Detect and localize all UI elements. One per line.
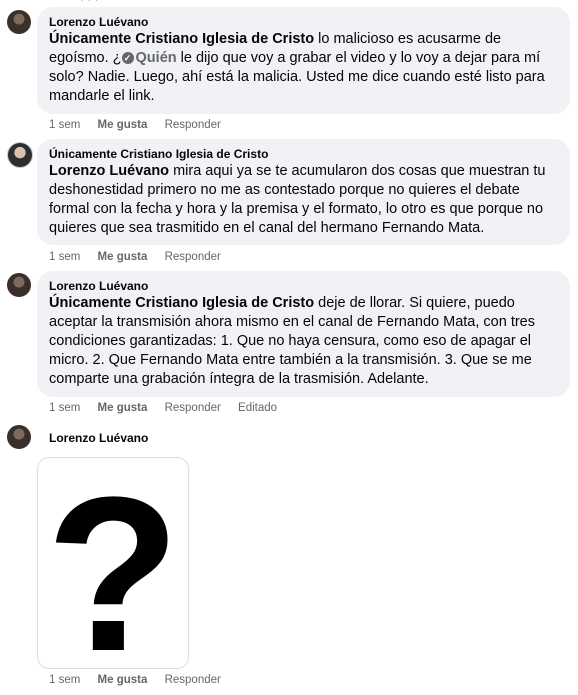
- comment-actions: 1 sem Me gusta Responder Editado: [49, 402, 291, 414]
- avatar[interactable]: [7, 142, 33, 168]
- question-mark-icon: ?: [46, 458, 180, 668]
- comment-author[interactable]: Lorenzo Luévano: [49, 431, 148, 445]
- reply-button[interactable]: Responder: [165, 674, 221, 686]
- check-badge-icon: ✓: [121, 52, 134, 64]
- timestamp[interactable]: 1 sem: [49, 119, 80, 131]
- reply-button[interactable]: Responder: [165, 251, 221, 263]
- avatar[interactable]: [7, 425, 31, 449]
- comment-author[interactable]: Únicamente Cristiano Iglesia de Cristo: [49, 146, 558, 162]
- timestamp[interactable]: 1 sem: [49, 251, 80, 263]
- like-button[interactable]: Me gusta: [98, 119, 148, 131]
- comment-bubble: Lorenzo Luévano Únicamente Cristiano Igl…: [37, 7, 570, 114]
- like-button[interactable]: Me gusta: [98, 674, 148, 686]
- comment-actions: 1 sem Me gusta Responder: [49, 674, 235, 686]
- comment-bubble: Únicamente Cristiano Iglesia de Cristo L…: [37, 139, 570, 245]
- comment-author[interactable]: Lorenzo Luévano: [49, 278, 558, 294]
- reply-button[interactable]: Responder: [165, 119, 221, 131]
- svg-text:?: ?: [46, 458, 180, 668]
- mention-link[interactable]: Lorenzo Luévano: [49, 163, 169, 179]
- avatar[interactable]: [7, 10, 31, 34]
- edited-label[interactable]: Editado: [238, 402, 277, 414]
- like-button[interactable]: Me gusta: [98, 402, 148, 414]
- comment-text: Lorenzo Luévano mira aqui ya se te acumu…: [49, 163, 546, 236]
- timestamp[interactable]: 1 sem: [49, 674, 80, 686]
- like-button[interactable]: Me gusta: [98, 251, 148, 263]
- mention-chip[interactable]: ✓ Quién: [121, 50, 177, 66]
- avatar[interactable]: [7, 273, 31, 297]
- timestamp[interactable]: 1 sem: [49, 402, 80, 414]
- comment-image[interactable]: ?: [37, 457, 189, 669]
- comment-actions: 1 sem Me gusta Responder: [49, 251, 235, 263]
- comment-actions: 1 sem Me gusta Responder: [49, 119, 235, 131]
- mention-link[interactable]: Únicamente Cristiano Iglesia de Cristo: [49, 31, 314, 47]
- comment-text: Únicamente Cristiano Iglesia de Cristo l…: [49, 31, 545, 104]
- comment-author[interactable]: Lorenzo Luévano: [49, 14, 558, 30]
- comment-text: Únicamente Cristiano Iglesia de Cristo d…: [49, 295, 535, 387]
- mention-link[interactable]: Únicamente Cristiano Iglesia de Cristo: [49, 295, 314, 311]
- previous-comment-actions-partial: · · ·: [80, 0, 260, 6]
- reply-button[interactable]: Responder: [165, 402, 221, 414]
- comment-bubble: Lorenzo Luévano Únicamente Cristiano Igl…: [37, 271, 570, 397]
